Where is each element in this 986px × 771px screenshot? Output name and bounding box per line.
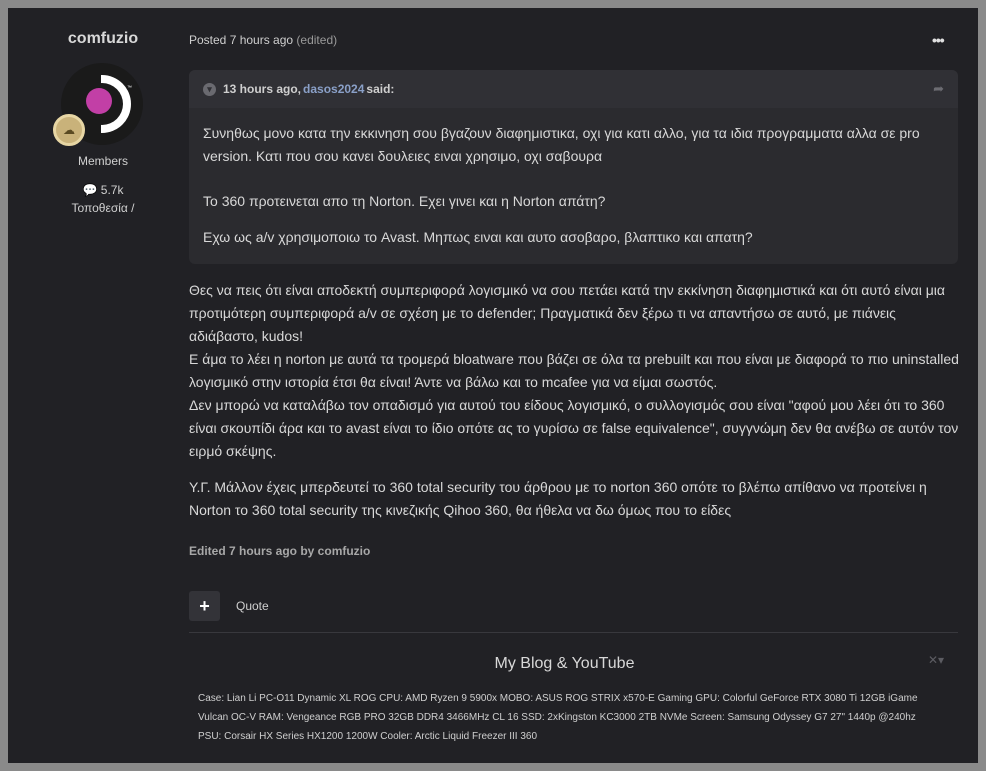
chevron-down-icon[interactable]: ▾	[203, 82, 216, 96]
post-count: 💬 5.7k	[8, 183, 198, 197]
quote-time: 13 hours ago,	[223, 82, 302, 96]
posted-time[interactable]: Posted 7 hours ago	[189, 33, 293, 47]
quote-said: said:	[366, 82, 395, 96]
author-name[interactable]: comfuzio	[8, 30, 198, 48]
post-content: Θες να πεις ότι είναι αποδεκτή συμπεριφο…	[189, 279, 964, 535]
edited-by: Edited 7 hours ago by comfuzio	[189, 544, 371, 558]
close-icon[interactable]: ✕▾	[928, 653, 944, 667]
avatar-dot	[86, 88, 112, 114]
rank-badge-icon[interactable]: ☁	[53, 114, 85, 146]
quote-header: ▾ 13 hours ago, dasos2024 said:	[189, 70, 958, 108]
quote-paragraph: Συνηθως μονο κατα την εκκινηση σου βγαζο…	[203, 125, 920, 164]
content-paragraph: Ε άμα το λέει η norton με αυτά τα τρομερ…	[189, 351, 959, 390]
post-meta: Posted 7 hours ago (edited)	[189, 33, 337, 47]
divider	[189, 632, 958, 633]
quote-paragraph: Το 360 προτεινεται απο τη Norton. Εχει γ…	[203, 193, 606, 209]
multiquote-plus-button[interactable]: +	[189, 591, 220, 621]
forum-post: comfuzio ™ ☁ Members 💬 5.7k Τοποθεσία / …	[8, 8, 978, 763]
content-paragraph: Υ.Γ. Μάλλον έχεις μπερδευτεί το 360 tota…	[189, 479, 927, 518]
quote-paragraph: Εχω ως a/v χρησιμοποιω το Avast. Μηπως ε…	[203, 229, 753, 245]
quote-block: ▾ 13 hours ago, dasos2024 said: ➦ Συνηθω…	[189, 70, 958, 264]
comment-icon: 💬	[82, 183, 98, 197]
member-group: Members	[77, 154, 128, 168]
signature-title[interactable]: My Blog & YouTube	[189, 655, 940, 673]
quote-user-link[interactable]: dasos2024	[303, 82, 364, 96]
author-location: Τοποθεσία /	[71, 201, 135, 215]
post-count-value: 5.7k	[100, 183, 124, 197]
more-options-icon[interactable]: •••	[932, 32, 945, 48]
signature-text: Case: Lian Li PC-O11 Dynamic XL ROG CPU:…	[198, 693, 918, 742]
content-paragraph: Θες να πεις ότι είναι αποδεκτή συμπεριφο…	[189, 282, 945, 344]
quote-body: Συνηθως μονο κατα την εκκινηση σου βγαζο…	[189, 108, 958, 249]
share-arrow-icon[interactable]: ➦	[933, 81, 944, 97]
avatar-tm: ™	[127, 85, 132, 91]
edited-tag[interactable]: (edited)	[296, 33, 337, 47]
quote-button[interactable]: Quote	[236, 599, 269, 613]
content-paragraph: Δεν μπορώ να καταλάβω τον οπαδισμό για α…	[189, 397, 959, 459]
